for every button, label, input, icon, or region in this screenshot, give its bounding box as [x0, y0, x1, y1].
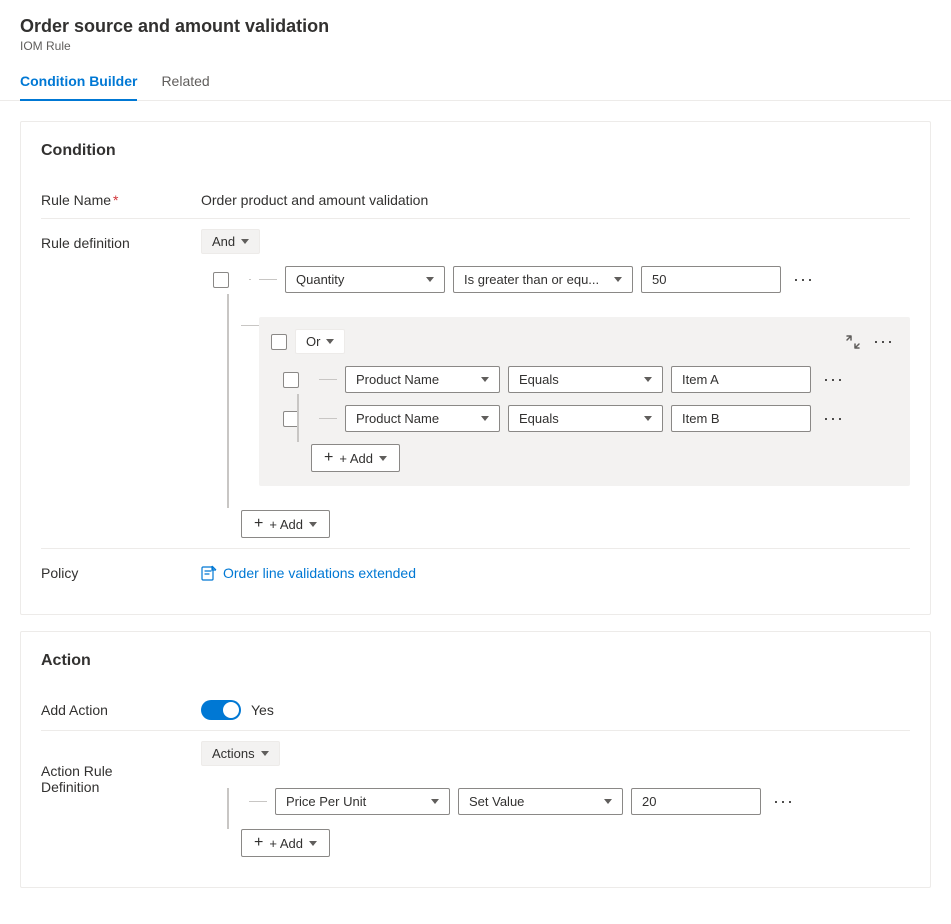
action-more-button[interactable]: ···: [769, 789, 798, 814]
product-name-2-row: Product Name Equals Item B ··: [283, 405, 898, 432]
quantity-checkbox[interactable]: [213, 272, 229, 288]
policy-link[interactable]: Order line validations extended: [201, 565, 416, 581]
quantity-more-button[interactable]: ···: [789, 267, 818, 292]
price-per-unit-dropdown[interactable]: Price Per Unit: [275, 788, 450, 815]
h-connector-p1: [319, 379, 337, 380]
inner-add-chevron: [379, 456, 387, 461]
quantity-value-field[interactable]: 50: [641, 266, 781, 293]
quantity-condition-row: Quantity Is greater than or equ... 50 ··…: [213, 266, 910, 293]
actions-chevron-icon: [261, 751, 269, 756]
action-add-chevron: [309, 841, 317, 846]
page-title: Order source and amount validation: [20, 16, 931, 37]
or-group: Or: [259, 317, 910, 486]
tab-condition-builder[interactable]: Condition Builder: [20, 63, 137, 101]
h-connector-quantity: [259, 279, 277, 280]
tree-connector-v: [227, 294, 229, 508]
product-name-1-dropdown[interactable]: Product Name: [345, 366, 500, 393]
product-name-1-chevron: [481, 377, 489, 382]
collapse-icon[interactable]: [845, 334, 861, 350]
quantity-field-dropdown[interactable]: Quantity: [285, 266, 445, 293]
or-group-container: Or: [241, 305, 910, 486]
policy-label: Policy: [41, 559, 201, 581]
toggle-container: Yes: [201, 700, 910, 720]
action-value-field[interactable]: 20: [631, 788, 761, 815]
item-a-more-button[interactable]: ···: [819, 367, 848, 392]
tabs: Condition Builder Related: [0, 63, 951, 101]
quantity-operator-dropdown[interactable]: Is greater than or equ...: [453, 266, 633, 293]
or-group-checkbox[interactable]: [271, 334, 287, 350]
add-action-label: Add Action: [41, 696, 201, 718]
price-per-unit-chevron: [431, 799, 439, 804]
or-chevron-icon: [326, 339, 334, 344]
outer-add-chevron: [309, 522, 317, 527]
set-value-dropdown[interactable]: Set Value: [458, 788, 623, 815]
or-group-more-button[interactable]: ···: [869, 329, 898, 354]
rule-name-value: Order product and amount validation: [201, 186, 910, 208]
equals-2-chevron: [644, 416, 652, 421]
equals-1-chevron: [644, 377, 652, 382]
action-add-button[interactable]: + + Add: [241, 829, 330, 857]
product-1-checkbox[interactable]: [283, 372, 299, 388]
product-name-1-row: Product Name Equals Item A ··: [283, 366, 898, 393]
inner-condition-tree: Product Name Equals Item A ··: [283, 366, 898, 472]
action-section-title: Action: [41, 652, 910, 670]
condition-section-title: Condition: [41, 142, 910, 160]
policy-row: Policy Order line validations extended: [41, 549, 910, 594]
h-connector-or: [241, 325, 259, 326]
add-action-row: Add Action Yes: [41, 686, 910, 731]
toggle-yes-label: Yes: [251, 702, 274, 718]
action-rule-label: Action Rule Definition: [41, 741, 201, 795]
equals-1-dropdown[interactable]: Equals: [508, 366, 663, 393]
product-name-2-dropdown[interactable]: Product Name: [345, 405, 500, 432]
action-card: Action Add Action Yes Action Rule Defini…: [20, 631, 931, 888]
and-chevron-icon: [241, 239, 249, 244]
page-header: Order source and amount validation IOM R…: [0, 0, 951, 53]
tab-related[interactable]: Related: [161, 63, 209, 101]
action-tree: Price Per Unit Set Value 20 ···: [213, 788, 910, 857]
product-name-2-chevron: [481, 416, 489, 421]
h-connector-p2: [319, 418, 337, 419]
inner-tree-connector-v: [297, 394, 299, 442]
or-group-left: Or: [271, 329, 345, 354]
condition-card: Condition Rule Name* Order product and a…: [20, 121, 931, 615]
add-action-toggle[interactable]: [201, 700, 241, 720]
and-operator-button[interactable]: And: [201, 229, 260, 254]
page-subtitle: IOM Rule: [20, 39, 931, 53]
action-tree-v: [227, 788, 229, 829]
main-content: Condition Rule Name* Order product and a…: [0, 101, 951, 924]
inner-add-button[interactable]: + + Add: [311, 444, 400, 472]
outer-add-button[interactable]: + + Add: [241, 510, 330, 538]
toggle-knob: [223, 702, 239, 718]
rule-name-label: Rule Name*: [41, 186, 201, 208]
h-connector-action: [249, 801, 267, 802]
or-group-header: Or: [271, 329, 898, 354]
action-rule-row: Action Rule Definition Actions: [41, 731, 910, 867]
actions-operator-button[interactable]: Actions: [201, 741, 280, 766]
or-group-action-buttons: ···: [845, 329, 898, 354]
item-b-more-button[interactable]: ···: [819, 406, 848, 431]
policy-link-icon: [201, 565, 217, 581]
item-a-field[interactable]: Item A: [671, 366, 811, 393]
rule-name-row: Rule Name* Order product and amount vali…: [41, 176, 910, 219]
outer-condition-tree: Quantity Is greater than or equ... 50 ··…: [213, 266, 910, 538]
rule-definition-label: Rule definition: [41, 229, 201, 251]
quantity-operator-chevron: [614, 277, 622, 282]
item-b-field[interactable]: Item B: [671, 405, 811, 432]
price-per-unit-row: Price Per Unit Set Value 20 ···: [213, 788, 910, 815]
quantity-field-chevron: [426, 277, 434, 282]
rule-definition-row: Rule definition And: [41, 219, 910, 549]
equals-2-dropdown[interactable]: Equals: [508, 405, 663, 432]
or-operator-button[interactable]: Or: [295, 329, 345, 354]
set-value-chevron: [604, 799, 612, 804]
